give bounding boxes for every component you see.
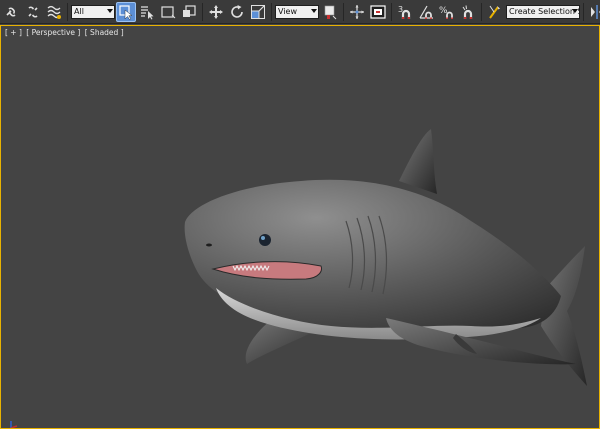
reference-coordinate-dropdown[interactable]: View bbox=[275, 4, 319, 19]
rectangular-selection-button[interactable] bbox=[158, 2, 178, 22]
viewport-label[interactable]: [ + ] [ Perspective ] [ Shaded ] bbox=[5, 28, 126, 37]
select-and-link-button[interactable] bbox=[2, 2, 22, 22]
snaps-toggle-icon: 3 bbox=[398, 5, 411, 19]
viewport-view-menu[interactable]: [ Perspective ] bbox=[26, 28, 80, 37]
toolbar-separator bbox=[271, 2, 272, 21]
toolbar-separator bbox=[67, 2, 68, 21]
keyboard-shortcut-icon bbox=[370, 4, 386, 19]
select-and-manipulate-button[interactable] bbox=[347, 2, 367, 22]
pivot-icon bbox=[324, 5, 337, 19]
toolbar-separator bbox=[391, 2, 392, 21]
angle-snap-toggle-button[interactable] bbox=[416, 2, 436, 22]
mirror-button[interactable] bbox=[587, 2, 600, 22]
edit-named-selection-icon bbox=[489, 5, 500, 19]
reference-coordinate-value: View bbox=[278, 7, 297, 16]
chevron-down-icon bbox=[572, 8, 578, 13]
selection-filter-dropdown[interactable]: All bbox=[71, 4, 115, 19]
link-icon bbox=[6, 7, 16, 16]
shark-model bbox=[184, 129, 587, 386]
named-selection-sets-dropdown[interactable]: Create Selection Se bbox=[506, 4, 580, 19]
edit-named-selection-sets-button[interactable] bbox=[485, 2, 505, 22]
percent-snap-toggle-button[interactable]: % bbox=[437, 2, 457, 22]
perspective-viewport[interactable]: [ + ] [ Perspective ] [ Shaded ] bbox=[0, 25, 600, 429]
window-crossing-button[interactable] bbox=[179, 2, 199, 22]
bind-space-warp-icon bbox=[47, 5, 61, 19]
selection-filter-value: All bbox=[74, 7, 84, 16]
named-selection-value: Create Selection Se bbox=[509, 7, 579, 16]
unlink-selection-button[interactable] bbox=[23, 2, 43, 22]
select-object-icon bbox=[119, 4, 133, 20]
viewport-shading-menu[interactable]: [ Shaded ] bbox=[85, 28, 124, 37]
unlink-icon bbox=[28, 6, 38, 17]
percent-snap-icon: % bbox=[439, 6, 453, 19]
select-manipulate-icon bbox=[350, 4, 364, 19]
select-and-scale-button[interactable] bbox=[248, 2, 268, 22]
chevron-down-icon bbox=[311, 8, 317, 13]
mirror-icon bbox=[591, 4, 600, 19]
bind-to-space-warp-button[interactable] bbox=[44, 2, 64, 22]
select-and-move-button[interactable] bbox=[206, 2, 226, 22]
toolbar-separator bbox=[583, 2, 584, 21]
toolbar-separator bbox=[343, 2, 344, 21]
move-icon bbox=[209, 4, 223, 19]
select-by-name-button[interactable] bbox=[137, 2, 157, 22]
main-toolbar: All View 3 % Create Selection bbox=[0, 0, 600, 24]
chevron-down-icon bbox=[107, 8, 113, 13]
rect-selection-icon bbox=[161, 5, 176, 18]
scale-icon bbox=[251, 4, 265, 19]
use-pivot-point-button[interactable] bbox=[320, 2, 340, 22]
keyboard-shortcut-override-button[interactable] bbox=[368, 2, 388, 22]
toolbar-separator bbox=[481, 2, 482, 21]
toolbar-separator bbox=[202, 2, 203, 21]
angle-snap-icon bbox=[419, 5, 433, 19]
select-and-rotate-button[interactable] bbox=[227, 2, 247, 22]
snaps-toggle-button[interactable]: 3 bbox=[395, 2, 415, 22]
spinner-snap-icon bbox=[462, 4, 473, 19]
window-crossing-icon bbox=[183, 4, 196, 17]
viewport-plus-menu[interactable]: [ + ] bbox=[5, 28, 22, 37]
spinner-snap-toggle-button[interactable] bbox=[458, 2, 478, 22]
axis-tripod-icon bbox=[10, 421, 18, 428]
rotate-icon bbox=[231, 4, 243, 18]
select-object-button[interactable] bbox=[116, 1, 136, 22]
select-by-name-icon bbox=[141, 5, 154, 19]
